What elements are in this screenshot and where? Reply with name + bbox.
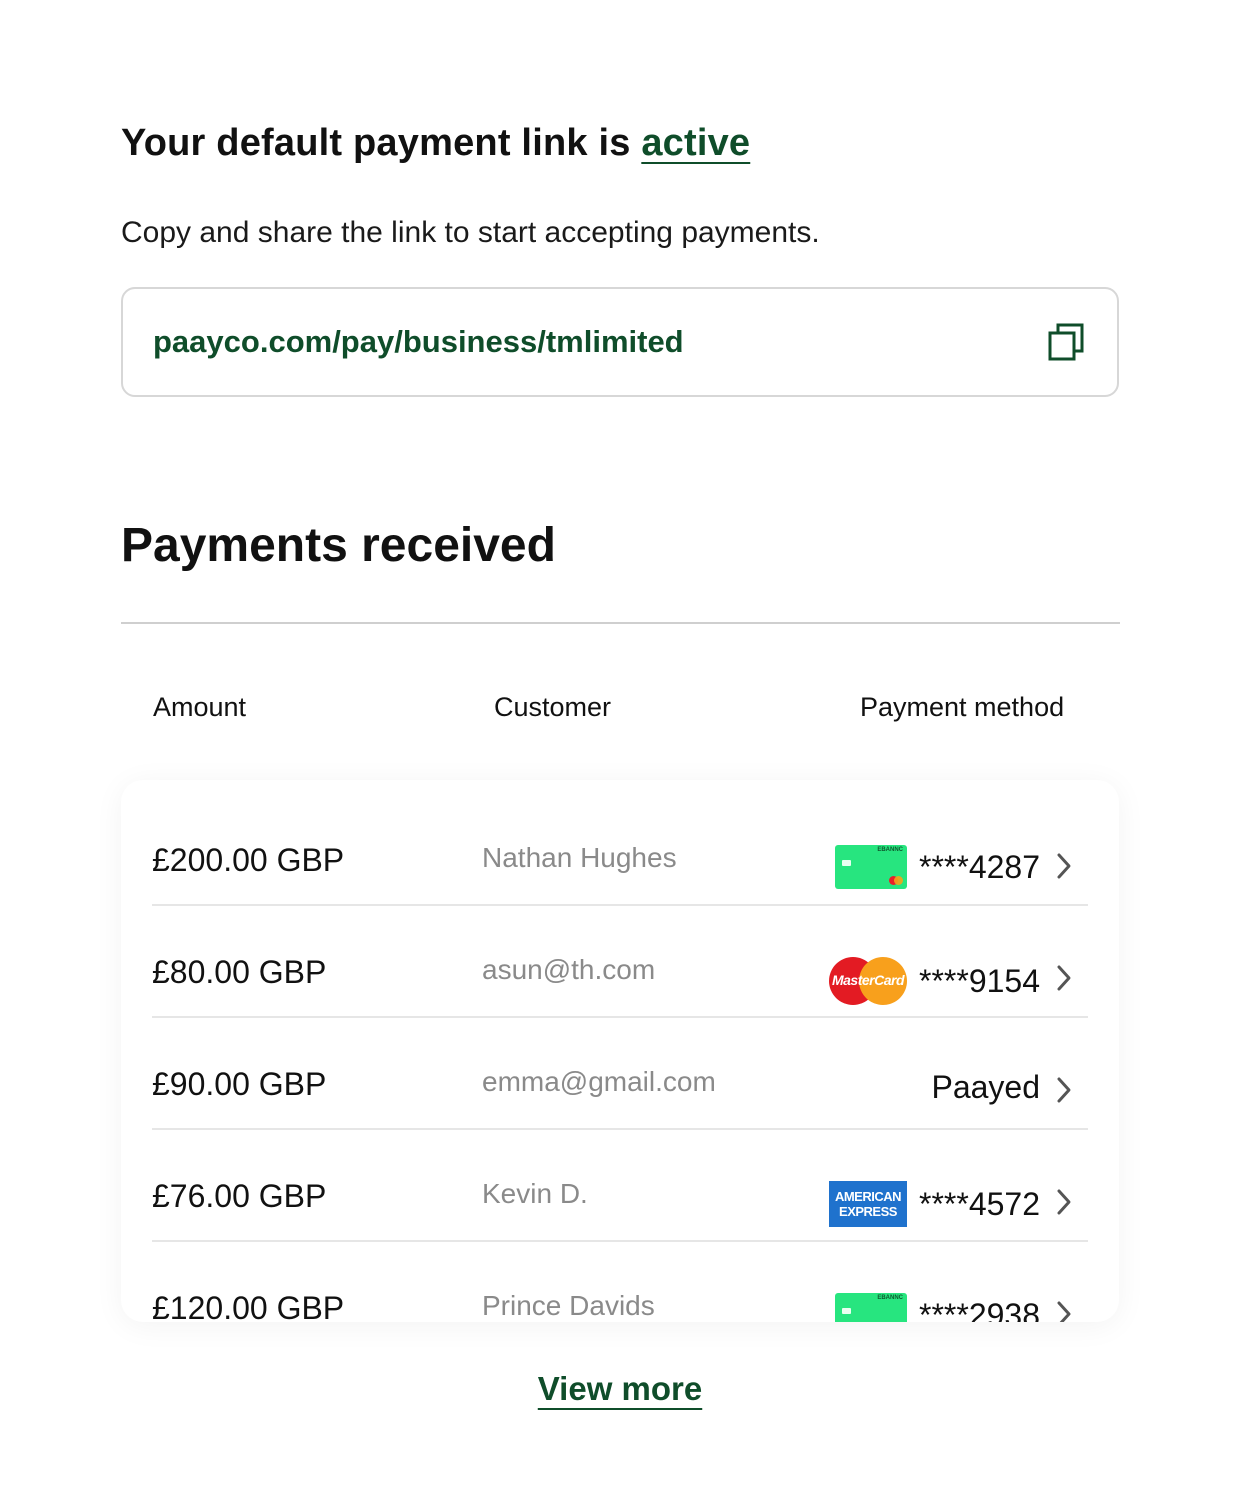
copy-icon[interactable] <box>1045 321 1087 363</box>
payment-method: EBANNC ****4287 <box>835 845 1040 889</box>
ebank-logo-text: EBANNC <box>877 847 903 853</box>
payment-link-field[interactable]: paayco.com/pay/business/tmlimited <box>121 287 1119 397</box>
page-subtitle: Copy and share the link to start accepti… <box>121 216 820 249</box>
title-prefix: Your default payment link is <box>121 122 642 164</box>
payment-amount: £76.00 GBP <box>152 1178 327 1214</box>
divider <box>121 622 1120 624</box>
chevron-right-icon <box>1057 1077 1071 1103</box>
payment-customer: asun@th.com <box>482 954 656 985</box>
column-header-payment-method: Payment method <box>860 692 1065 722</box>
payment-link-url[interactable]: paayco.com/pay/business/tmlimited <box>153 324 684 360</box>
payment-row[interactable]: £200.00 GBP Nathan Hughes EBANNC ****428… <box>152 794 1088 906</box>
payment-row[interactable]: £90.00 GBP emma@gmail.com Paayed <box>152 1018 1088 1130</box>
ebank-card-icon: EBANNC <box>835 1293 907 1322</box>
payment-amount: £80.00 GBP <box>152 954 327 990</box>
payment-row[interactable]: £80.00 GBP asun@th.com MasterCard ****91… <box>152 906 1088 1018</box>
card-last-digits: ****9154 <box>919 962 1040 999</box>
column-header-amount: Amount <box>153 692 247 722</box>
payment-amount: £200.00 GBP <box>152 842 345 878</box>
payment-customer: Kevin D. <box>482 1178 588 1209</box>
section-title: Payments received <box>121 519 556 572</box>
payment-row[interactable]: £120.00 GBP Prince Davids EBANNC ****293… <box>152 1242 1088 1322</box>
chevron-right-icon <box>1057 853 1071 879</box>
amex-logo-line1: AMERICAN <box>834 1189 902 1204</box>
column-header-customer: Customer <box>494 692 612 722</box>
payment-method-label: Paayed <box>931 1069 1040 1105</box>
amex-icon: AMERICAN EXPRESS <box>829 1181 907 1227</box>
amex-logo-line2: EXPRESS <box>839 1204 897 1219</box>
ebank-logo-text: EBANNC <box>877 1295 903 1301</box>
ebank-card-icon: EBANNC <box>835 845 907 889</box>
view-more-container: View more <box>0 1370 1240 1408</box>
chevron-right-icon <box>1057 1301 1071 1322</box>
card-last-digits: ****4572 <box>919 1185 1040 1222</box>
payment-amount: £120.00 GBP <box>152 1290 345 1322</box>
mastercard-icon: MasterCard <box>829 957 907 1005</box>
mastercard-logo-text: MasterCard <box>831 972 905 988</box>
payment-customer: Prince Davids <box>482 1290 655 1321</box>
payments-list: £200.00 GBP Nathan Hughes EBANNC ****428… <box>121 780 1119 1322</box>
card-last-digits: ****2938 <box>919 1296 1040 1323</box>
payment-row[interactable]: £76.00 GBP Kevin D. AMERICAN EXPRESS ***… <box>152 1130 1088 1242</box>
chevron-right-icon <box>1057 1189 1071 1215</box>
payment-method: AMERICAN EXPRESS ****4572 <box>829 1181 1040 1227</box>
status-active-link[interactable]: active <box>641 122 750 164</box>
payment-amount: £90.00 GBP <box>152 1066 327 1102</box>
card-last-digits: ****4287 <box>919 848 1040 885</box>
payment-method: EBANNC ****2938 <box>835 1293 1040 1322</box>
payment-customer: emma@gmail.com <box>482 1066 716 1097</box>
payment-method: MasterCard ****9154 <box>829 957 1040 1005</box>
payment-customer: Nathan Hughes <box>482 842 677 873</box>
page-title: Your default payment link is active <box>121 122 750 165</box>
chevron-right-icon <box>1057 965 1071 991</box>
payment-method: Paayed <box>931 1069 1040 1106</box>
view-more-link[interactable]: View more <box>538 1370 702 1407</box>
